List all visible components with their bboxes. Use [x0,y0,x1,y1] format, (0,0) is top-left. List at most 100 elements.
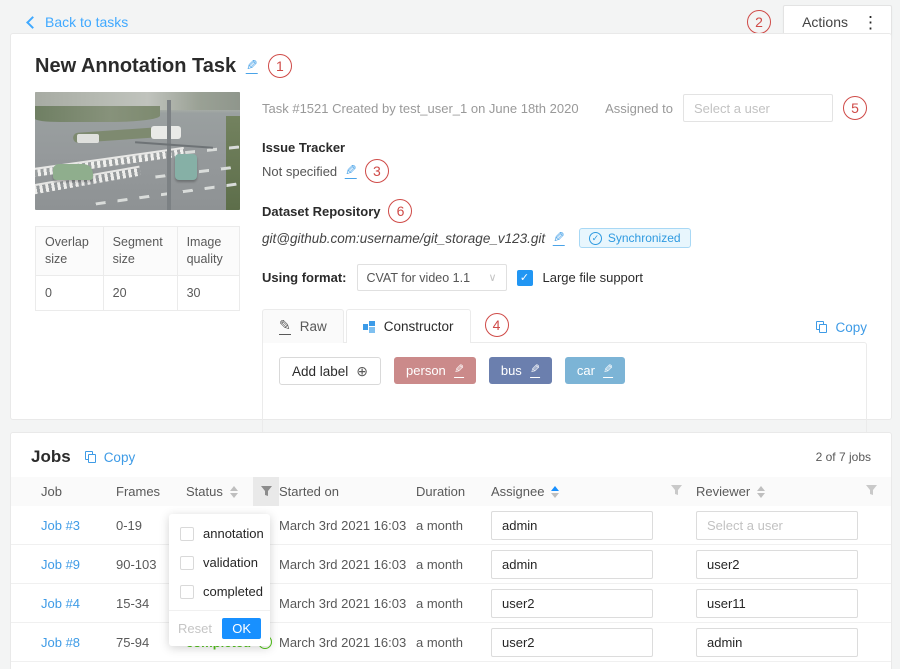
col-started-on: Started on [279,484,416,499]
filter-icon-reviewer[interactable] [866,484,877,499]
plus-circle-icon: ⊕ [356,363,368,380]
task-params-table: Overlap size Segment size Image quality … [35,226,240,311]
add-label-text: Add label [292,364,348,379]
task-meta-text: Task #1521 Created by test_user_1 on Jun… [262,101,579,116]
tab-raw[interactable]: ✎ Raw [262,309,344,343]
edit-issue-tracker-icon[interactable]: ✎ [345,163,357,179]
copy-jobs-label: Copy [104,450,136,465]
job-link[interactable]: Job #8 [41,635,80,650]
back-link-label: Back to tasks [45,14,128,30]
filter-option-completed[interactable]: completed [169,577,270,606]
label-chip-bus-name: bus [501,363,522,378]
param-value-quality: 30 [177,275,239,310]
col-job: Job [11,484,116,499]
col-assignee[interactable]: Assignee [491,484,696,499]
job-row-8: Job #8 75-94 completed ? March 3rd 2021 … [11,623,891,662]
sort-icon-status[interactable] [230,486,238,498]
assignee-input[interactable] [491,550,653,579]
job-started: March 3rd 2021 16:03 [279,518,416,533]
reviewer-input[interactable] [696,589,858,618]
label-chip-car[interactable]: car ✎ [565,357,625,384]
filter-reset-button[interactable]: Reset [178,621,212,636]
callout-4: 4 [485,313,509,337]
sort-icon-assignee[interactable] [551,486,559,498]
page-title: New Annotation Task [35,55,236,78]
pencil-icon: ✎ [279,318,291,334]
tab-constructor[interactable]: Constructor [346,309,471,343]
checkbox-annotation[interactable] [180,527,194,541]
check-circle-icon: ✓ [589,232,602,245]
jobs-card: Jobs Copy 2 of 7 jobs Job Frames Status … [10,432,892,669]
param-value-segment: 20 [103,275,177,310]
dataset-repo-url[interactable]: git@github.com:username/git_storage_v123… [262,231,545,246]
back-to-tasks-link[interactable]: Back to tasks [28,14,128,30]
param-value-overlap: 0 [36,275,104,310]
edit-label-icon[interactable]: ✎ [530,363,540,377]
filter-option-annotation[interactable]: annotation [169,519,270,548]
callout-2: 2 [747,10,771,34]
copy-jobs-button[interactable]: Copy [85,450,136,465]
callout-3: 3 [365,159,389,183]
copy-icon [816,321,828,334]
job-link[interactable]: Job #3 [41,518,80,533]
assignee-input[interactable] [491,511,653,540]
tab-raw-label: Raw [300,319,327,334]
edit-label-icon[interactable]: ✎ [454,363,464,377]
label-chip-bus[interactable]: bus ✎ [489,357,552,384]
col-frames: Frames [116,484,186,499]
job-row-3: Job #3 0-19 March 3rd 2021 16:03 a month [11,506,891,545]
filter-option-validation[interactable]: validation [169,548,270,577]
sort-icon-reviewer[interactable] [757,486,765,498]
sync-badge-label: Synchronized [608,231,681,245]
label-chip-person[interactable]: person ✎ [394,357,476,384]
add-label-button[interactable]: Add label ⊕ [279,357,381,385]
large-file-checkbox[interactable]: ✓ [517,270,533,286]
dataset-repo-label: Dataset Repository [262,204,380,219]
job-duration: a month [416,596,491,611]
blocks-icon [363,321,375,333]
format-select[interactable]: CVAT for video 1.1 ∨ [357,264,507,291]
format-select-value: CVAT for video 1.1 [367,271,471,285]
reviewer-input[interactable] [696,511,858,540]
task-details-card: New Annotation Task ✎ 1 [10,33,892,420]
jobs-title: Jobs [31,447,71,467]
copy-labels-button[interactable]: Copy [816,320,867,335]
tab-constructor-label: Constructor [384,319,454,334]
large-file-label: Large file support [543,270,643,285]
task-preview-image [35,92,240,210]
label-chip-person-name: person [406,363,446,378]
reviewer-input[interactable] [696,550,858,579]
job-started: March 3rd 2021 16:03 [279,596,416,611]
filter-icon-status[interactable] [253,477,279,506]
job-started: March 3rd 2021 16:03 [279,557,416,572]
status-filter-dropdown: annotation validation completed Reset OK [169,514,270,646]
param-header-quality: Image quality [177,227,239,276]
callout-5: 5 [843,96,867,120]
chevron-down-icon: ∨ [488,271,496,284]
job-duration: a month [416,635,491,650]
issue-tracker-label: Issue Tracker [262,140,867,155]
checkbox-validation[interactable] [180,556,194,570]
job-link[interactable]: Job #4 [41,596,80,611]
label-chip-car-name: car [577,363,595,378]
col-status[interactable]: Status [186,477,279,506]
reviewer-input[interactable] [696,628,858,657]
edit-title-icon[interactable]: ✎ [246,58,258,74]
jobs-table-header: Job Frames Status Started on Duration As… [11,477,891,506]
filter-icon-assignee[interactable] [671,484,682,499]
assigned-to-label: Assigned to [605,101,673,116]
job-started: March 3rd 2021 16:03 [279,635,416,650]
edit-label-icon[interactable]: ✎ [603,363,613,377]
checkbox-completed[interactable] [180,585,194,599]
assignee-input[interactable] [491,589,653,618]
copy-icon [85,451,97,464]
edit-repo-icon[interactable]: ✎ [553,230,565,246]
col-duration: Duration [416,484,491,499]
assignee-input[interactable] [491,628,653,657]
assigned-to-input[interactable] [683,94,833,122]
job-link[interactable]: Job #9 [41,557,80,572]
jobs-count: 2 of 7 jobs [816,450,871,464]
col-reviewer[interactable]: Reviewer [696,484,891,499]
filter-ok-button[interactable]: OK [222,618,261,639]
copy-labels-label: Copy [835,320,867,335]
